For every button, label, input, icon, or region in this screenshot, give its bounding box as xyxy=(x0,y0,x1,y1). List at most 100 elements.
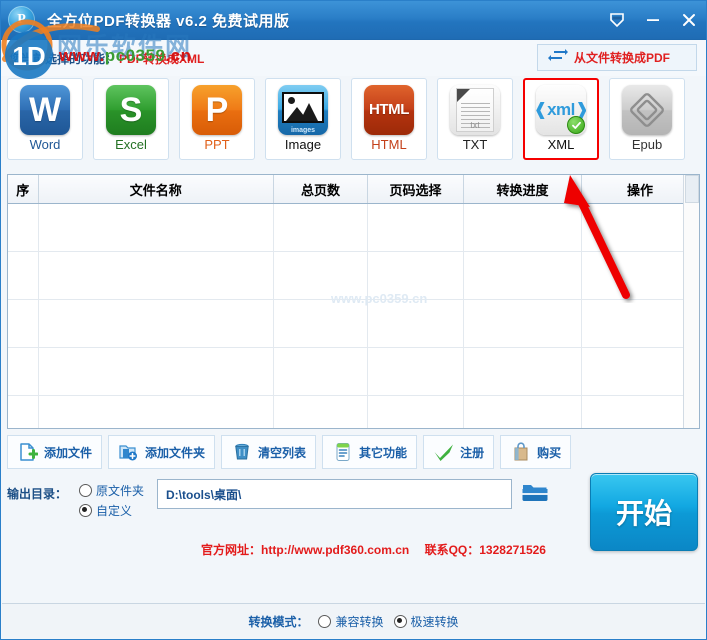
radio-dot xyxy=(79,503,92,517)
add-folder-label: 添加文件夹 xyxy=(145,445,206,460)
format-button-txt[interactable]: txt TXT xyxy=(437,78,513,160)
start-button[interactable]: 开始 xyxy=(590,473,698,551)
purchase-label: 购买 xyxy=(537,445,562,460)
purchase-button[interactable]: 购买 xyxy=(500,435,572,469)
convert-to-pdf-button[interactable]: 从文件转换成PDF xyxy=(537,44,697,71)
radio-compat-mode[interactable]: 兼容转换 xyxy=(318,611,384,631)
image-icon-glyph: images xyxy=(290,127,316,134)
current-function-label: 您当前选择的功能： xyxy=(9,51,118,66)
radio-custom-label: 自定义 xyxy=(96,503,133,518)
collapse-icon[interactable] xyxy=(606,9,628,31)
table-vertical-scrollbar[interactable] xyxy=(683,175,699,428)
scrollbar-thumb[interactable] xyxy=(685,175,699,203)
folder-plus-icon xyxy=(118,441,140,463)
radio-dot xyxy=(393,614,407,628)
subheader-bar: 您当前选择的功能： PDF转换成XML 从文件转换成PDF xyxy=(1,40,706,76)
add-file-label: 添加文件 xyxy=(44,445,93,460)
clear-list-label: 清空列表 xyxy=(258,445,307,460)
column-header-pagesel[interactable]: 页码选择 xyxy=(367,175,464,204)
window-title: 全方位PDF转换器 v6.2 免费试用版 xyxy=(47,12,290,30)
format-button-ppt[interactable]: P PPT xyxy=(179,78,255,160)
format-label-txt: TXT xyxy=(462,137,488,152)
format-buttons: W Word S Excel P PPT images Image HTML H… xyxy=(1,76,706,170)
radio-fast-mode[interactable]: 极速转换 xyxy=(393,611,459,631)
ppt-icon: P xyxy=(192,85,242,135)
format-label-image: Image xyxy=(284,137,322,152)
app-window: P 全方位PDF转换器 v6.2 免费试用版 您当前选择的功能： PDF转换成X… xyxy=(0,0,707,640)
radio-custom[interactable]: 自定义 xyxy=(79,500,157,520)
format-button-word[interactable]: W Word xyxy=(7,78,83,160)
convert-to-pdf-label: 从文件转换成PDF xyxy=(574,51,671,65)
file-list-panel: 序 文件名称 总页数 页码选择 转换进度 操作 xyxy=(7,174,700,429)
table-row[interactable] xyxy=(8,203,699,252)
radio-source-folder[interactable]: 原文件夹 xyxy=(79,480,157,500)
trash-icon xyxy=(231,441,253,463)
other-tools-label: 其它功能 xyxy=(359,445,408,460)
output-path-input[interactable]: D:\tools\桌面\ xyxy=(157,479,512,509)
check-icon xyxy=(433,441,455,463)
epub-icon xyxy=(622,85,672,135)
table-row[interactable] xyxy=(8,251,699,300)
minimize-icon[interactable] xyxy=(642,9,664,31)
register-button[interactable]: 注册 xyxy=(423,435,495,469)
app-logo-icon: P xyxy=(7,5,37,35)
file-list-body xyxy=(8,203,699,428)
format-label-xml: XML xyxy=(547,137,575,152)
list-icon xyxy=(332,441,354,463)
title-bar: P 全方位PDF转换器 v6.2 免费试用版 xyxy=(1,1,706,40)
format-button-excel[interactable]: S Excel xyxy=(93,78,169,160)
format-button-image[interactable]: images Image xyxy=(265,78,341,160)
format-button-xml[interactable]: ❰xml❱ XML xyxy=(523,78,599,160)
format-label-epub: Epub xyxy=(631,137,663,152)
add-file-button[interactable]: 添加文件 xyxy=(7,435,103,469)
output-directory-label: 输出目录： xyxy=(7,487,68,501)
html-icon-glyph: HTML xyxy=(368,101,410,118)
bag-icon xyxy=(510,441,532,463)
column-header-actions[interactable]: 操作 xyxy=(581,175,699,204)
column-header-progress[interactable]: 转换进度 xyxy=(463,175,582,204)
image-icon: images xyxy=(278,85,328,135)
excel-icon: S xyxy=(106,85,156,135)
html-icon: HTML xyxy=(364,85,414,135)
radio-dot xyxy=(79,483,92,497)
word-icon: W xyxy=(20,85,70,135)
action-toolbar: 添加文件 添加文件夹 清空列表 其它功能 注册 购买 xyxy=(1,429,706,469)
radio-dot xyxy=(318,614,332,628)
txt-icon-glyph: txt xyxy=(470,120,480,130)
conversion-mode-label: 转换模式： xyxy=(248,614,309,629)
table-row[interactable] xyxy=(8,347,699,396)
radio-compat-mode-label: 兼容转换 xyxy=(335,614,384,629)
format-button-epub[interactable]: Epub xyxy=(609,78,685,160)
register-label: 注册 xyxy=(460,445,485,460)
output-directory-row: 输出目录： 原文件夹 自定义 D:\tools\桌面\ 开始 xyxy=(1,469,706,557)
selected-check-icon xyxy=(567,116,585,134)
output-directory-options: 原文件夹 自定义 xyxy=(79,477,157,520)
file-list-table: 序 文件名称 总页数 页码选择 转换进度 操作 xyxy=(8,175,699,428)
radio-fast-mode-label: 极速转换 xyxy=(410,614,459,629)
window-controls xyxy=(606,1,700,39)
start-button-label: 开始 xyxy=(615,498,672,529)
add-folder-button[interactable]: 添加文件夹 xyxy=(108,435,216,469)
radio-source-folder-label: 原文件夹 xyxy=(96,483,145,498)
column-header-pages[interactable]: 总页数 xyxy=(273,175,368,204)
other-tools-button[interactable]: 其它功能 xyxy=(322,435,418,469)
table-header-row: 序 文件名称 总页数 页码选择 转换进度 操作 xyxy=(8,175,699,204)
format-button-html[interactable]: HTML HTML xyxy=(351,78,427,160)
close-icon[interactable] xyxy=(678,9,700,31)
xml-icon: ❰xml❱ xyxy=(536,85,586,135)
format-label-html: HTML xyxy=(371,137,407,152)
format-label-ppt: PPT xyxy=(204,137,230,152)
column-header-index[interactable]: 序 xyxy=(8,175,39,204)
table-row[interactable] xyxy=(8,395,699,428)
clear-list-button[interactable]: 清空列表 xyxy=(221,435,317,469)
current-function-value: PDF转换成XML xyxy=(119,51,205,66)
format-label-word: Word xyxy=(29,137,61,152)
browse-folder-button[interactable] xyxy=(520,479,550,509)
conversion-mode-bar: 转换模式： 兼容转换 极速转换 xyxy=(2,603,705,638)
txt-icon: txt xyxy=(450,85,500,135)
column-header-filename[interactable]: 文件名称 xyxy=(38,175,274,204)
file-plus-icon xyxy=(17,441,39,463)
table-row[interactable] xyxy=(8,299,699,348)
format-label-excel: Excel xyxy=(115,137,147,152)
output-path-value: D:\tools\桌面\ xyxy=(166,487,242,502)
